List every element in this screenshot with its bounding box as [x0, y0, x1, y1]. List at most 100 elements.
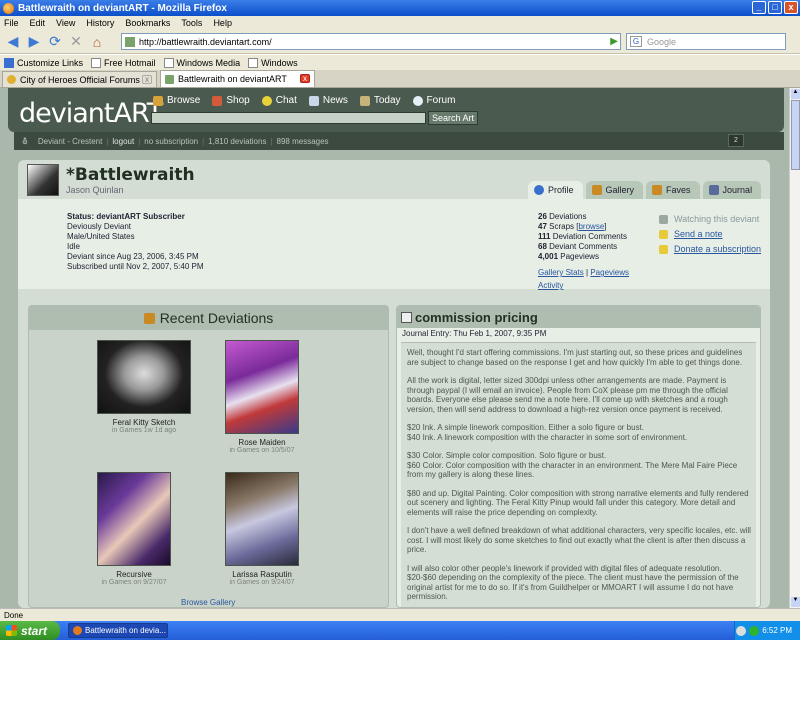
nav-today[interactable]: Today	[359, 95, 401, 106]
profile-panel: *Battlewraith Jason Quinlan Profile Gall…	[18, 160, 770, 608]
url-text: http://battlewraith.deviantart.com/	[139, 36, 272, 47]
browse-gallery-link[interactable]: Browse Gallery	[181, 598, 235, 607]
window-titlebar: Battlewraith on deviantART - Mozilla Fir…	[0, 0, 800, 16]
send-note-action[interactable]: Send a note	[659, 227, 761, 242]
activity-link[interactable]: Activity	[538, 281, 563, 290]
action-label: Donate a subscription	[674, 244, 762, 254]
search-box[interactable]: G Google	[626, 33, 786, 50]
nav-forum[interactable]: Forum	[412, 95, 455, 106]
security-icon[interactable]	[749, 625, 760, 636]
pageviews-link[interactable]: Pageviews	[590, 268, 629, 277]
bookmark-windows[interactable]: Windows	[248, 57, 298, 68]
thumbnail-image[interactable]	[97, 340, 191, 414]
deviation-title[interactable]: Recursive	[97, 570, 171, 579]
close-tab-icon[interactable]: x	[300, 74, 310, 83]
scroll-up-icon[interactable]: ▲	[791, 89, 800, 99]
reload-icon[interactable]: ⟳	[46, 33, 64, 51]
deviations-count[interactable]: 1,810 deviations	[208, 137, 266, 146]
thumbnail-image[interactable]	[225, 340, 299, 434]
scroll-thumb[interactable]	[791, 100, 800, 170]
site-favicon	[125, 36, 135, 47]
menu-view[interactable]: View	[56, 18, 75, 28]
stop-icon[interactable]: ✕	[67, 33, 85, 51]
start-button[interactable]: start	[0, 621, 60, 640]
journal-paragraph: Well, thought I'd start offering commiss…	[407, 348, 743, 367]
nav-label: Today	[373, 95, 401, 106]
bookmark-windows-media[interactable]: Windows Media	[163, 57, 240, 68]
profile-tabs: Profile Gallery Faves Journal	[528, 181, 762, 199]
menu-tools[interactable]: Tools	[181, 18, 202, 28]
deviation-meta: in Games on 9/24/07	[229, 579, 295, 586]
avatar[interactable]	[27, 164, 59, 196]
forward-icon[interactable]: ▶	[25, 33, 43, 51]
deviation-title[interactable]: Rose Maiden	[225, 438, 299, 447]
menu-history[interactable]: History	[86, 18, 114, 28]
maximize-button[interactable]: □	[768, 1, 782, 14]
stat-deviations: 26 Deviations	[538, 212, 629, 222]
thumbnail-image[interactable]	[97, 472, 171, 566]
bookmark-customize-links[interactable]: Customize Links	[4, 57, 83, 68]
tab-profile[interactable]: Profile	[528, 181, 583, 199]
system-tray: 6:52 PM	[734, 621, 800, 640]
deviation-thumb[interactable]: Recursive in Games on 9/27/07	[97, 472, 171, 586]
tab-label: Profile	[548, 185, 574, 195]
deviation-title[interactable]: Feral Kitty Sketch	[97, 418, 191, 427]
message-center-icon[interactable]: 2	[728, 134, 744, 147]
google-icon[interactable]: G	[630, 36, 642, 47]
watching-action[interactable]: Watching this deviant	[659, 212, 761, 227]
status-block: Status: deviantART Subscriber Deviously …	[67, 212, 204, 272]
tab-favicon	[7, 75, 16, 84]
menu-help[interactable]: Help	[213, 18, 232, 28]
bookmark-label: Windows	[261, 57, 298, 68]
bookmark-free-hotmail[interactable]: Free Hotmail	[91, 57, 156, 68]
menu-bookmarks[interactable]: Bookmarks	[125, 18, 170, 28]
tab-city-of-heroes[interactable]: City of Heroes Official Forums x	[2, 71, 157, 87]
da-nav: Browse Shop Chat News Today Forum	[153, 95, 455, 106]
deviation-thumb[interactable]: Rose Maiden in Games on 10/5/07	[225, 340, 299, 454]
messages-count[interactable]: 898 messages	[277, 137, 329, 146]
status-line: Deviously Deviant	[67, 222, 132, 231]
tab-gallery[interactable]: Gallery	[585, 181, 644, 199]
vertical-scrollbar[interactable]: ▲ ▼	[789, 88, 800, 608]
tab-journal[interactable]: Journal	[702, 181, 762, 199]
tab-strip: City of Heroes Official Forums x Battlew…	[0, 70, 800, 88]
menu-edit[interactable]: Edit	[30, 18, 46, 28]
nav-news[interactable]: News	[308, 95, 348, 106]
browse-scraps-link[interactable]: browse	[578, 222, 604, 231]
network-icon[interactable]	[736, 625, 747, 636]
close-window-button[interactable]: x	[784, 1, 798, 14]
journal-paragraph: $30 Color. Simple color composition. Sol…	[407, 451, 738, 479]
nav-shop[interactable]: Shop	[212, 95, 250, 106]
stat-pageviews: 4,001 Pageviews	[538, 252, 629, 262]
nav-label: Shop	[226, 95, 250, 106]
nav-chat[interactable]: Chat	[261, 95, 297, 106]
home-icon[interactable]: ⌂	[88, 33, 106, 51]
close-tab-icon[interactable]: x	[142, 75, 152, 84]
menu-file[interactable]: File	[4, 18, 19, 28]
journal-panel: commission pricing Journal Entry: Thu Fe…	[396, 305, 761, 608]
minimize-button[interactable]: _	[752, 1, 766, 14]
taskbar-item-firefox[interactable]: Battlewraith on devia...	[68, 623, 168, 638]
da-search-input[interactable]	[151, 112, 426, 124]
tab-label: Gallery	[605, 185, 635, 195]
url-bar[interactable]: http://battlewraith.deviantart.com/ ▶	[121, 33, 621, 50]
tab-battlewraith[interactable]: Battlewraith on deviantART x	[160, 70, 315, 87]
go-arrow-icon[interactable]: ▶	[610, 36, 618, 47]
bookmarks-toolbar: Customize Links Free Hotmail Windows Med…	[0, 55, 800, 70]
da-logo[interactable]: deviantART	[19, 98, 163, 129]
window-title: Battlewraith on deviantART - Mozilla Fir…	[18, 2, 227, 14]
gallery-stats-link[interactable]: Gallery Stats	[538, 268, 584, 277]
search-art-button[interactable]: Search Art	[428, 111, 478, 125]
tab-faves[interactable]: Faves	[646, 181, 700, 199]
logout-link[interactable]: logout	[112, 137, 134, 146]
deviant-label[interactable]: Deviant - Crestent	[38, 137, 102, 146]
back-icon[interactable]: ◀	[4, 33, 22, 51]
nav-browse[interactable]: Browse	[153, 95, 200, 106]
deviation-thumb[interactable]: Feral Kitty Sketch in Games 1w 1d ago	[97, 340, 191, 434]
deviation-title[interactable]: Larissa Rasputin	[225, 570, 299, 579]
thumbnail-image[interactable]	[225, 472, 299, 566]
scroll-down-icon[interactable]: ▼	[791, 597, 800, 607]
deviation-thumb[interactable]: Larissa Rasputin in Games on 9/24/07	[225, 472, 299, 586]
stat-label: Deviations	[549, 212, 587, 221]
donate-subscription-action[interactable]: Donate a subscription	[659, 242, 761, 257]
